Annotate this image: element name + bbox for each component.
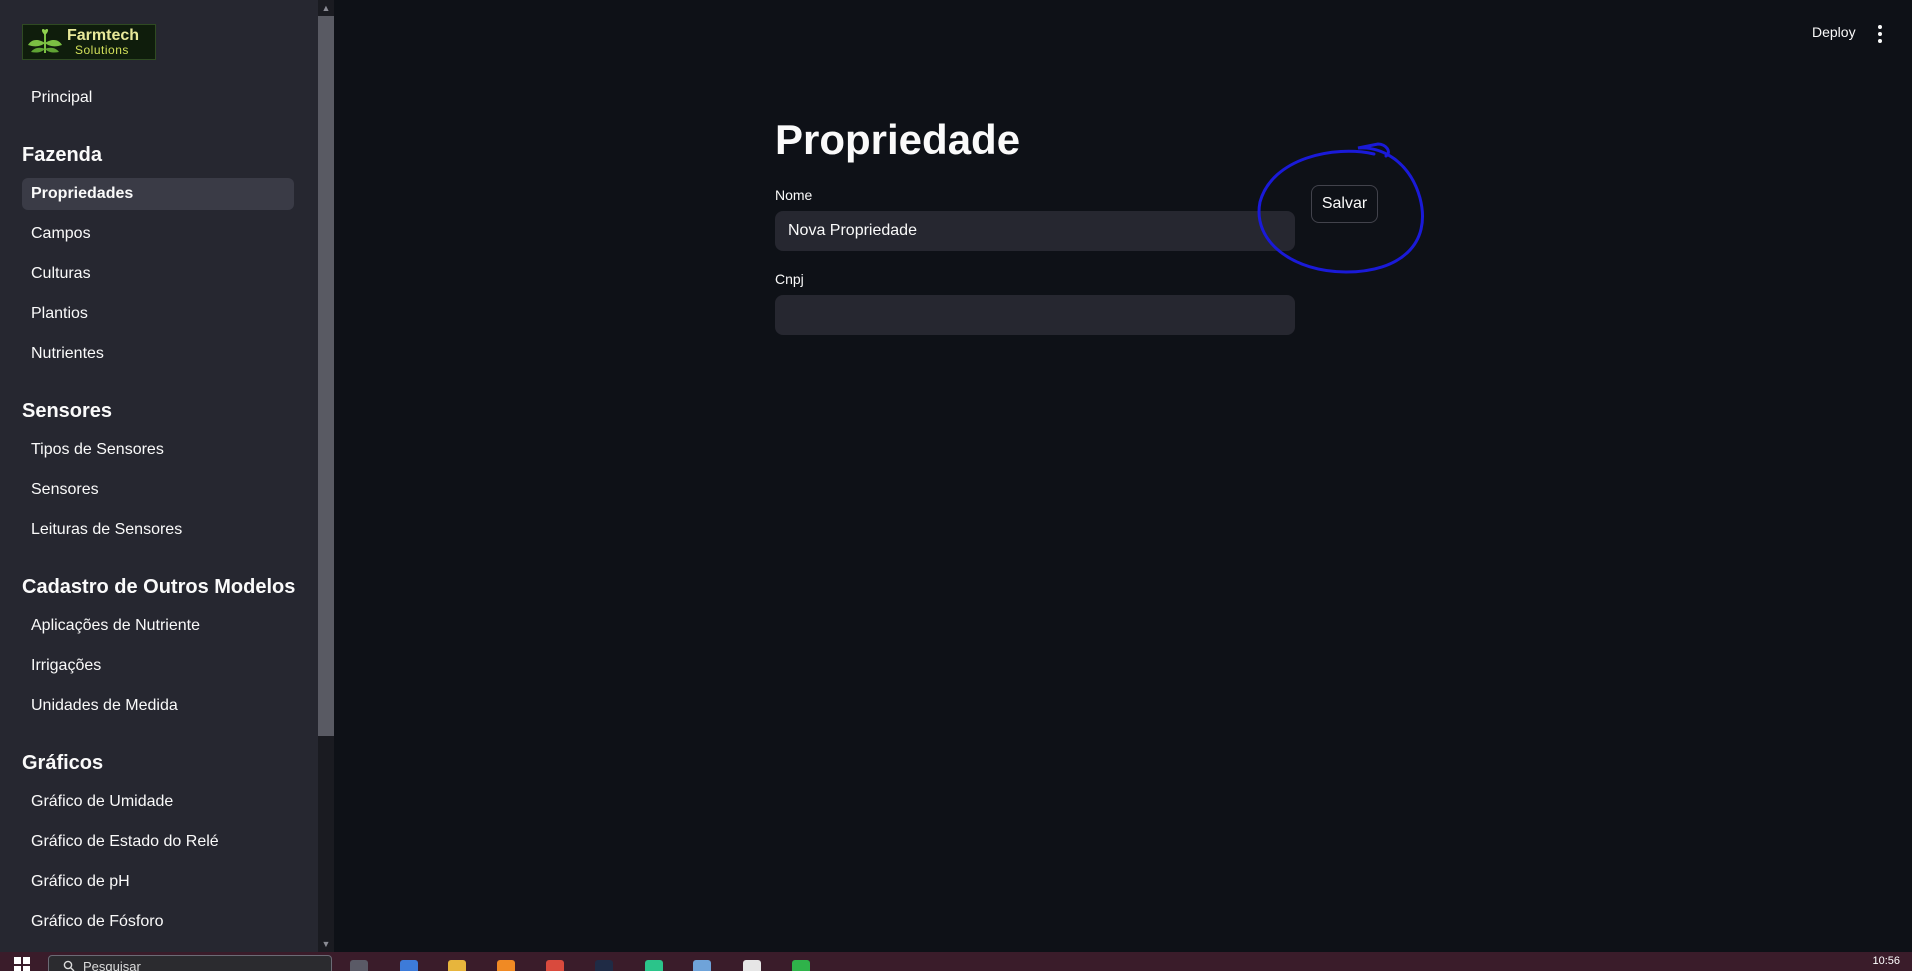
sidebar-item-principal[interactable]: Principal [22,82,294,114]
copilot-icon[interactable] [400,960,418,971]
sidebar-item-irrigacoes[interactable]: Irrigações [22,650,294,682]
sidebar-scrollbar-thumb[interactable] [318,16,334,736]
sidebar-item-unidades-de-medida[interactable]: Unidades de Medida [22,690,294,722]
cnpj-label: Cnpj [775,271,804,287]
firefox-icon[interactable] [497,960,515,971]
sidebar-item-label: Leituras de Sensores [31,521,183,538]
sidebar-item-grafico-de-fosforo[interactable]: Gráfico de Fósforo [22,906,294,938]
terminal-icon[interactable] [743,960,761,971]
steam-icon[interactable] [595,960,613,971]
sidebar-item-sensores[interactable]: Sensores [22,474,294,506]
sidebar: Farmtech Solutions Principal Fazenda Pro… [0,0,318,952]
sidebar-item-campos[interactable]: Campos [22,218,294,250]
sidebar-item-culturas[interactable]: Culturas [22,258,294,290]
pycharm-icon[interactable] [645,960,663,971]
taskview-icon[interactable] [350,960,368,971]
farmtech-logo: Farmtech Solutions [22,24,156,60]
save-button[interactable]: Salvar [1311,185,1378,223]
spreadsheet-icon[interactable] [792,960,810,971]
file-explorer-icon[interactable] [448,960,466,971]
nome-input[interactable] [775,211,1295,251]
sidebar-item-label: Propriedades [31,185,134,202]
windows-start-icon[interactable] [14,957,30,971]
page-title: Propriedade [775,116,1021,163]
sidebar-item-grafico-de-umidade[interactable]: Gráfico de Umidade [22,786,294,818]
nome-label: Nome [775,187,813,203]
cnpj-input[interactable] [775,295,1295,335]
sidebar-item-label: Campos [31,225,91,242]
section-heading-fazenda: Fazenda [22,144,103,166]
sidebar-item-tipos-de-sensores[interactable]: Tipos de Sensores [22,434,294,466]
sidebar-item-propriedades[interactable]: Propriedades [22,178,294,210]
sidebar-item-label: Gráfico de Estado do Relé [31,833,219,850]
logo-title: Farmtech [67,27,140,44]
sidebar-item-label: Irrigações [31,657,102,674]
taskbar-search[interactable]: Pesquisar [48,955,332,971]
scroll-down-arrow-icon[interactable]: ▼ [318,936,334,952]
section-heading-cadastro: Cadastro de Outros Modelos [22,576,296,598]
search-icon [63,960,75,971]
windows-taskbar: Pesquisar 10:56 [0,952,1912,971]
chrome-icon[interactable] [546,960,564,971]
more-options-icon[interactable] [1872,22,1888,46]
section-heading-sensores: Sensores [22,400,113,422]
leaf-icon [23,25,67,59]
section-heading-graficos: Gráficos [22,752,104,774]
photos-icon[interactable] [693,960,711,971]
sidebar-item-label: Gráfico de Fósforo [31,913,164,930]
sidebar-item-label: Plantios [31,305,88,322]
sidebar-item-grafico-de-ph[interactable]: Gráfico de pH [22,866,294,898]
sidebar-item-label: Nutrientes [31,345,104,362]
sidebar-item-label: Gráfico de Umidade [31,793,174,810]
sidebar-item-label: Tipos de Sensores [31,441,164,458]
sidebar-item-nutrientes[interactable]: Nutrientes [22,338,294,370]
logo-subtitle: Solutions [75,43,129,57]
deploy-button[interactable]: Deploy [1812,24,1856,40]
sidebar-item-label: Culturas [31,265,91,282]
sidebar-item-label: Sensores [31,481,99,498]
sidebar-item-leituras-de-sensores[interactable]: Leituras de Sensores [22,514,294,546]
sidebar-item-label: Aplicações de Nutriente [31,617,200,634]
scroll-up-arrow-icon[interactable]: ▲ [318,0,334,16]
sidebar-item-grafico-de-estado-do-rele[interactable]: Gráfico de Estado do Relé [22,826,294,858]
sidebar-item-label: Unidades de Medida [31,697,178,714]
taskbar-clock: 10:56 [1872,955,1900,967]
sidebar-item-label: Gráfico de pH [31,873,130,890]
sidebar-item-plantios[interactable]: Plantios [22,298,294,330]
sidebar-item-aplicacoes-de-nutriente[interactable]: Aplicações de Nutriente [22,610,294,642]
taskbar-search-placeholder: Pesquisar [83,958,141,971]
sidebar-item-label: Principal [31,89,93,106]
